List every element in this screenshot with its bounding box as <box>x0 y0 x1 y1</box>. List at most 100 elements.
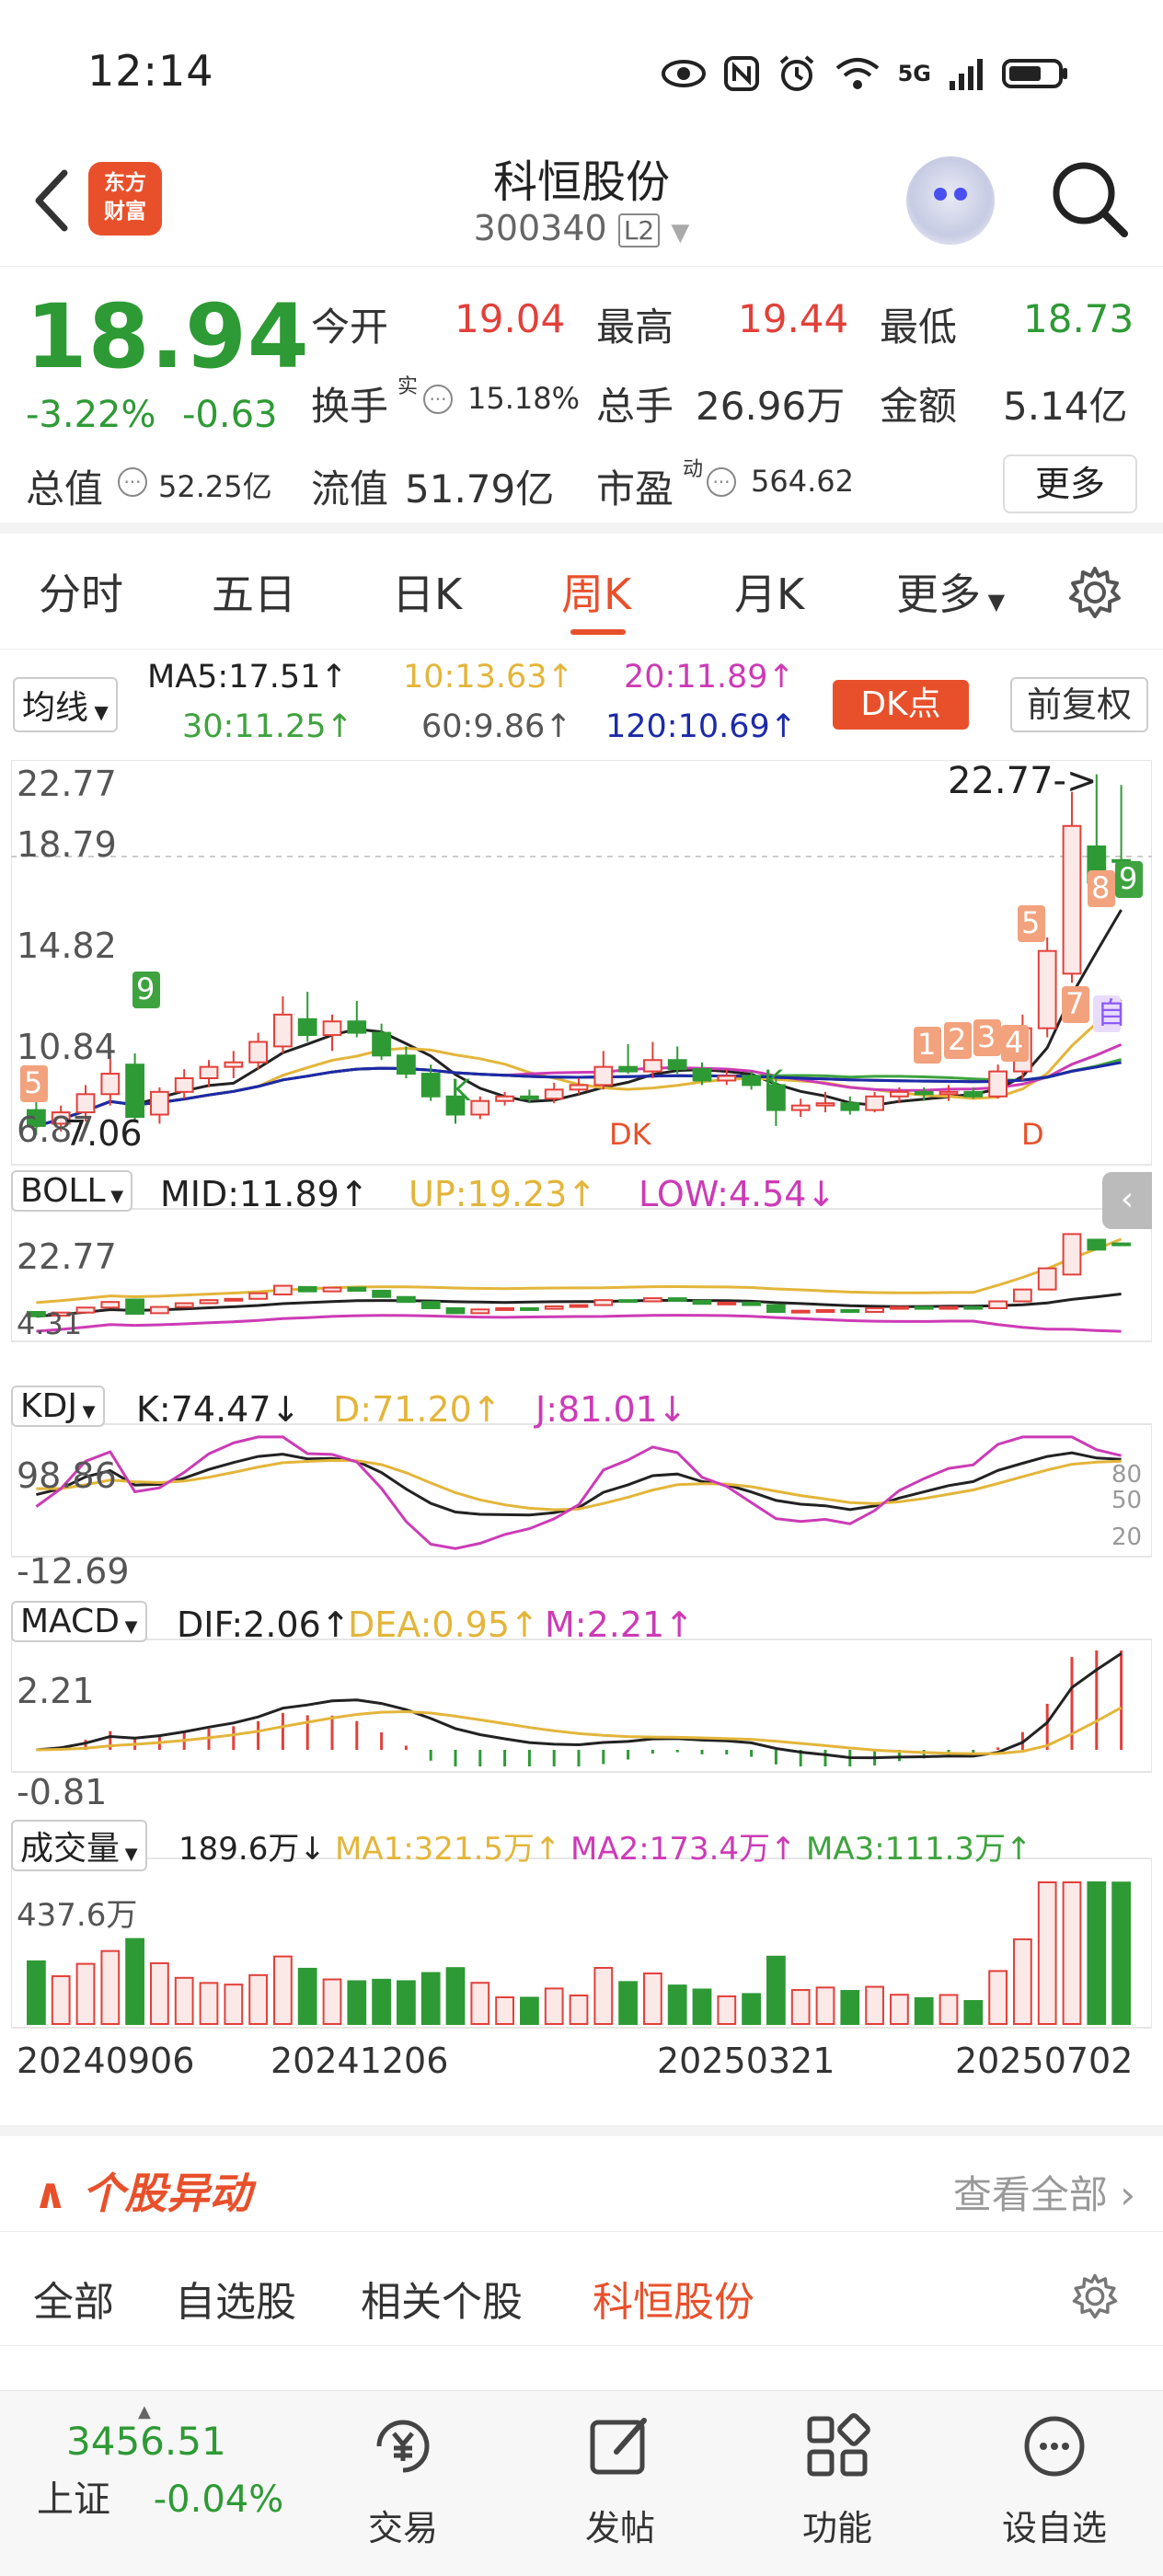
candle-body <box>1062 824 1082 975</box>
amount-label: 金额 <box>880 384 958 429</box>
candle-body <box>667 1059 687 1071</box>
more-dots-icon: ··· <box>423 385 453 414</box>
view-all-label: 查看全部 <box>952 2172 1108 2217</box>
candle-body <box>593 1065 614 1087</box>
trade-icon <box>376 2420 430 2473</box>
subtab-watchlist[interactable]: 自选股 <box>175 2269 296 2328</box>
candle-body <box>495 1095 514 1102</box>
settings-icon[interactable] <box>1071 2272 1119 2320</box>
boll-select-label: BOLL <box>20 1172 106 1210</box>
alarm-icon <box>779 55 813 91</box>
candle-body <box>1037 949 1057 1029</box>
boll-candle <box>742 1301 761 1306</box>
boll-up: UP:19.23↑ <box>409 1174 597 1214</box>
current-price: 18.94 <box>26 285 310 388</box>
nav-post[interactable]: 发帖 <box>556 2409 685 2550</box>
boll-candle <box>1062 1233 1082 1276</box>
macd-dea-line <box>36 1706 1123 1755</box>
nav-add-watchlist[interactable]: 设自选 <box>990 2409 1119 2550</box>
date-label-2: 20241206 <box>271 2041 449 2081</box>
volume-bar <box>322 1978 342 2026</box>
stock-code: 300340 <box>473 208 607 248</box>
volume-bar <box>150 1961 169 2025</box>
volume-bar <box>643 1972 662 2025</box>
kline-chart-area[interactable]: 9 K K DK D 1 2 3 4 5 5 7 8 9 自 22.77 18.79 14.82 10.84… <box>11 760 1152 2081</box>
volume-bar <box>224 1984 244 2026</box>
pe-label: 市盈 <box>596 466 674 512</box>
settings-icon[interactable] <box>1067 565 1123 620</box>
volume-bar <box>1037 1881 1057 2025</box>
caret-down-icon: ▼ <box>671 219 690 247</box>
boll-select[interactable]: BOLL ▼ <box>11 1170 133 1212</box>
boll-candle <box>667 1297 687 1302</box>
volume-bar <box>297 1967 317 2025</box>
boll-candle <box>865 1306 884 1314</box>
tab-intraday[interactable]: 分时 <box>39 561 123 622</box>
tab-daily-k[interactable]: 日K <box>392 561 462 622</box>
boll-y-min: 4.31 <box>17 1306 83 1341</box>
volume-label: 总手 <box>596 384 674 429</box>
assistant-robot-icon[interactable] <box>906 156 995 245</box>
volume-select[interactable]: 成交量 ▼ <box>11 1820 147 1871</box>
view-all-link[interactable]: 查看全部 › <box>953 2164 1135 2220</box>
candle-body <box>618 1065 638 1073</box>
boll-candle <box>790 1309 811 1314</box>
kdj-select[interactable]: KDJ ▼ <box>11 1386 105 1427</box>
candle-body <box>890 1090 909 1098</box>
index-ticker[interactable]: ▲ 3456.51 上证 -0.04% <box>37 2402 304 2523</box>
dk-point-button[interactable]: DK点 <box>833 680 969 730</box>
nav-trade-label: 交易 <box>367 2508 438 2548</box>
candle-body <box>544 1088 564 1100</box>
nav-functions[interactable]: 功能 <box>773 2409 902 2550</box>
macd-select[interactable]: MACD ▼ <box>11 1601 147 1642</box>
tab-monthly-k[interactable]: 月K <box>734 561 804 622</box>
marker-d: D <box>1021 1117 1044 1152</box>
tab-weekly-k[interactable]: 周K <box>561 561 631 622</box>
boll-candle <box>495 1306 514 1311</box>
marker-3: 3 <box>977 1019 996 1054</box>
nfc-icon <box>723 56 759 91</box>
panel-frame <box>11 1423 1152 1558</box>
marker-5-left: 5 <box>24 1065 42 1100</box>
volume-bar <box>988 1970 1008 2025</box>
volume-ma2: MA2:173.4万↑ <box>570 1831 797 1868</box>
adjustment-button[interactable]: 前复权 <box>1010 677 1148 732</box>
volume-bar <box>766 1955 786 2025</box>
boll-candle <box>1087 1238 1107 1251</box>
more-circle-icon <box>1024 2416 1085 2477</box>
volume-bar <box>470 1982 490 2026</box>
macd-m: M:2.21↑ <box>545 1604 695 1645</box>
stock-alerts-title[interactable]: ∧ 个股异动 <box>33 2160 251 2221</box>
status-icons: 5G <box>661 46 1071 101</box>
volume-y-max: 437.6万 <box>17 1897 138 1934</box>
boll-low-line <box>36 1314 1122 1333</box>
marker-4: 4 <box>1005 1025 1023 1060</box>
tab-five-day[interactable]: 五日 <box>212 561 296 622</box>
more-button[interactable]: 更多 <box>1003 454 1137 513</box>
date-label-1: 20240906 <box>17 2041 195 2081</box>
boll-candle <box>470 1308 490 1315</box>
volume-bar <box>667 1984 687 2025</box>
macd-y-min: -0.81 <box>17 1772 108 1812</box>
float-mv-label: 流值 <box>311 466 389 512</box>
search-icon[interactable] <box>1047 156 1130 239</box>
subtab-current-stock[interactable]: 科恒股份 <box>593 2269 754 2328</box>
quote-panel: 18.94 -3.22% -0.63 今开 19.04 最高 19.44 最低 … <box>0 267 1163 534</box>
subtab-related[interactable]: 相关个股 <box>361 2269 523 2328</box>
tab-more[interactable]: 更多 ▼ <box>896 561 1005 622</box>
candle-body <box>224 1061 244 1068</box>
amount-value: 5.14亿 <box>1003 384 1128 429</box>
volume-bar <box>51 1975 71 2026</box>
collapse-panel-icon[interactable]: ‹ <box>1102 1172 1152 1229</box>
boll-candle <box>544 1305 564 1310</box>
wifi-icon <box>835 58 879 89</box>
ma20-value: 20:11.89↑ <box>624 659 795 696</box>
ma-indicator-select[interactable]: 均线 ▼ <box>13 677 118 732</box>
subtab-all[interactable]: 全部 <box>33 2269 114 2328</box>
index-change: -0.04% <box>153 2478 284 2521</box>
low-value: 18.73 <box>1023 296 1134 341</box>
candle-body <box>125 1064 144 1119</box>
nav-trade[interactable]: 交易 <box>339 2409 467 2550</box>
macd-dif: DIF:2.06↑ <box>177 1604 351 1645</box>
stock-alerts-bar: ∧ 个股异动 查看全部 › <box>0 2125 1163 2232</box>
